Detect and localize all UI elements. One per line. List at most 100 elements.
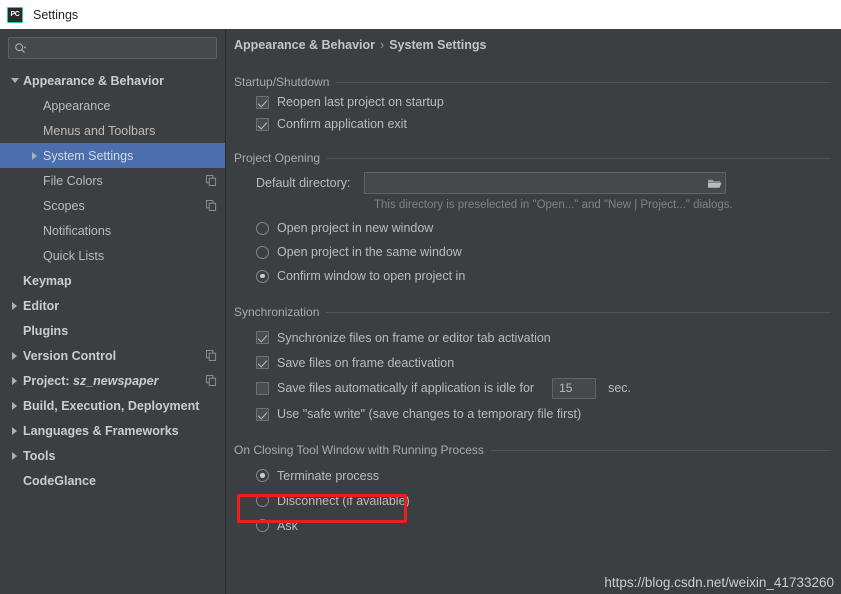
tree-spacer xyxy=(28,174,41,187)
sidebar-item-label: Appearance & Behavior xyxy=(23,74,164,88)
checkbox-row[interactable]: Confirm application exit xyxy=(256,113,831,135)
folder-browse-icon[interactable] xyxy=(707,177,722,190)
sidebar-item-project-sz-newspaper[interactable]: Project: sz_newspaper xyxy=(0,368,225,393)
sidebar-item-tools[interactable]: Tools xyxy=(0,443,225,468)
default-directory-label: Default directory: xyxy=(256,176,350,190)
tree-spacer xyxy=(28,224,41,237)
sidebar-item-label: Quick Lists xyxy=(43,249,104,263)
idle-seconds-input[interactable] xyxy=(559,381,595,395)
sidebar-item-label: Tools xyxy=(23,449,55,463)
sidebar-item-scopes[interactable]: Scopes xyxy=(0,193,225,218)
safe-write-checkbox[interactable] xyxy=(256,408,269,421)
default-directory-input[interactable] xyxy=(370,176,707,190)
section-project-opening: Project Opening Default directory: xyxy=(234,149,831,287)
tree-spacer xyxy=(28,249,41,262)
copy-settings-icon[interactable] xyxy=(206,175,217,186)
section-header: Synchronization xyxy=(234,303,831,321)
section-header: Project Opening xyxy=(234,149,831,167)
copy-settings-icon[interactable] xyxy=(206,200,217,211)
default-directory-hint: This directory is preselected in "Open..… xyxy=(234,199,831,211)
radio-row[interactable]: Open project in the same window xyxy=(256,241,831,263)
breadcrumb-current: System Settings xyxy=(389,38,486,52)
window-body: Appearance & Behavior Appearance Menus and… xyxy=(0,29,841,594)
title-bar: PC Settings xyxy=(0,0,841,29)
idle-seconds-stepper[interactable] xyxy=(552,378,596,399)
sidebar-item-codeglance[interactable]: CodeGlance xyxy=(0,468,225,493)
settings-tree: Appearance & Behavior Appearance Menus and… xyxy=(0,68,225,493)
breadcrumb: Appearance & Behavior›System Settings xyxy=(234,38,486,52)
triangle-glyph xyxy=(12,377,17,385)
disconnect-radio[interactable] xyxy=(256,494,269,507)
sidebar-item-system-settings[interactable]: System Settings xyxy=(0,143,225,168)
ask-radio[interactable] xyxy=(256,519,269,532)
confirm-window-label: Confirm window to open project in xyxy=(277,269,465,283)
app-icon-text: PC xyxy=(10,11,19,18)
radio-row[interactable]: Ask xyxy=(256,513,831,538)
sidebar-item-build-execution-deployment[interactable]: Build, Execution, Deployment xyxy=(0,393,225,418)
sidebar-item-keymap[interactable]: Keymap xyxy=(0,268,225,293)
chevron-down-icon[interactable] xyxy=(8,74,21,87)
checkbox-row[interactable]: Save files on frame deactivation xyxy=(256,350,831,375)
chevron-right-icon[interactable] xyxy=(8,374,21,387)
confirm-application-exit-checkbox[interactable] xyxy=(256,118,269,131)
save-automatically-label: Save files automatically if application … xyxy=(277,381,534,395)
tree-spacer xyxy=(8,274,21,287)
sidebar-item-label: Version Control xyxy=(23,349,116,363)
section-closing-tool-window: On Closing Tool Window with Running Proc… xyxy=(234,441,831,538)
tree-spacer xyxy=(28,199,41,212)
default-directory-field[interactable] xyxy=(364,172,726,194)
radio-row[interactable]: Open project in new window xyxy=(256,217,831,239)
open-in-new-window-radio[interactable] xyxy=(256,222,269,235)
sidebar-item-label: Plugins xyxy=(23,324,68,338)
radio-row[interactable]: Disconnect (if available) xyxy=(256,488,831,513)
save-automatically-checkbox[interactable] xyxy=(256,382,269,395)
chevron-right-icon[interactable] xyxy=(8,299,21,312)
triangle-glyph xyxy=(32,152,37,160)
copy-settings-icon[interactable] xyxy=(206,350,217,361)
checkbox-row[interactable]: Reopen last project on startup xyxy=(256,91,831,113)
chevron-right-icon[interactable] xyxy=(28,149,41,162)
settings-window: PC Settings Appearance & BehaviorAppeara… xyxy=(0,0,841,594)
sidebar-item-label: Languages & Frameworks xyxy=(23,424,179,438)
sidebar-item-label: Appearance xyxy=(43,99,110,113)
synchronize-files-checkbox[interactable] xyxy=(256,331,269,344)
sidebar-item-version-control[interactable]: Version Control xyxy=(0,343,225,368)
triangle-glyph xyxy=(12,452,17,460)
sidebar-item-quick-lists[interactable]: Quick Lists xyxy=(0,243,225,268)
confirm-application-exit-label: Confirm application exit xyxy=(277,117,407,131)
checkbox-row[interactable]: Use "safe write" (save changes to a temp… xyxy=(256,401,831,427)
chevron-right-icon[interactable] xyxy=(8,424,21,437)
sidebar-item-label: Build, Execution, Deployment xyxy=(23,399,199,413)
chevron-right-icon[interactable] xyxy=(8,399,21,412)
section-title: On Closing Tool Window with Running Proc… xyxy=(234,443,491,457)
sidebar-item-plugins[interactable]: Plugins xyxy=(0,318,225,343)
sidebar-item-appearance[interactable]: Appearance xyxy=(0,93,225,118)
breadcrumb-parent[interactable]: Appearance & Behavior xyxy=(234,38,375,52)
sidebar-item-label: Keymap xyxy=(23,274,72,288)
search-input[interactable] xyxy=(30,42,211,54)
section-title: Project Opening xyxy=(234,151,327,165)
radio-row[interactable]: Terminate process xyxy=(256,463,831,488)
checkbox-row[interactable]: Synchronize files on frame or editor tab… xyxy=(256,325,831,350)
checkbox-row[interactable]: Save files automatically if application … xyxy=(256,375,831,401)
chevron-right-icon[interactable] xyxy=(8,349,21,362)
sidebar-item-label: Notifications xyxy=(43,224,111,238)
search-box[interactable] xyxy=(8,37,217,59)
confirm-window-radio[interactable] xyxy=(256,270,269,283)
sidebar-item-menus-and-toolbars[interactable]: Menus and Toolbars xyxy=(0,118,225,143)
save-on-deactivation-checkbox[interactable] xyxy=(256,356,269,369)
copy-settings-icon[interactable] xyxy=(206,375,217,386)
sidebar-item-notifications[interactable]: Notifications xyxy=(0,218,225,243)
terminate-process-radio[interactable] xyxy=(256,469,269,482)
section-rule xyxy=(327,158,831,159)
sidebar-item-appearance-behavior[interactable]: Appearance & Behavior xyxy=(0,68,225,93)
sidebar-item-file-colors[interactable]: File Colors xyxy=(0,168,225,193)
radio-row[interactable]: Confirm window to open project in xyxy=(256,265,831,287)
sidebar-item-editor[interactable]: Editor xyxy=(0,293,225,318)
sidebar-item-languages-frameworks[interactable]: Languages & Frameworks xyxy=(0,418,225,443)
open-in-same-window-radio[interactable] xyxy=(256,246,269,259)
pycharm-logo-icon: PC xyxy=(7,7,23,23)
chevron-right-icon[interactable] xyxy=(8,449,21,462)
reopen-last-project-checkbox[interactable] xyxy=(256,96,269,109)
tree-spacer xyxy=(28,99,41,112)
